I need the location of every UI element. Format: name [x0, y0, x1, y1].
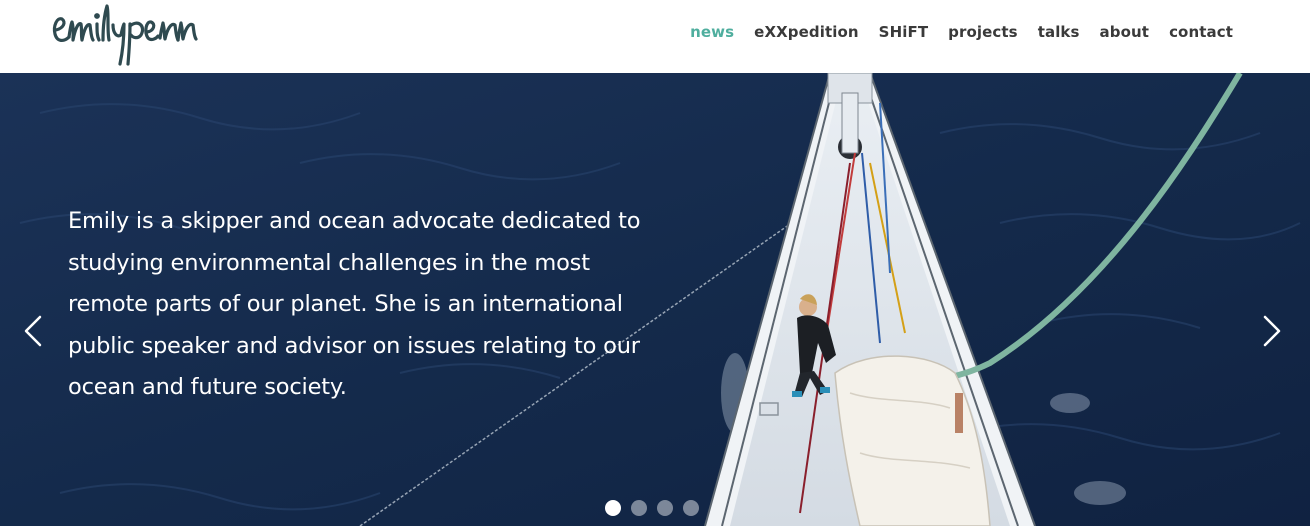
slider-next-button[interactable] [1259, 313, 1285, 349]
slider-dot[interactable] [657, 500, 673, 516]
slider-pagination [605, 500, 699, 516]
slider-prev-button[interactable] [20, 313, 46, 349]
nav-item-exxpedition[interactable]: eXXpedition [754, 22, 859, 42]
slider-dot[interactable] [605, 500, 621, 516]
nav-item-about[interactable]: about [1100, 22, 1150, 42]
hero-tagline: Emily is a skipper and ocean advocate de… [68, 208, 641, 400]
nav-item-news[interactable]: news [690, 22, 734, 42]
main-nav: news eXXpedition SHiFT projects talks ab… [670, 22, 1233, 42]
logo-handwritten-image [52, 4, 198, 66]
slider-dot[interactable] [631, 500, 647, 516]
site-header: news eXXpedition SHiFT projects talks ab… [0, 0, 1310, 73]
chevron-right-icon [1263, 315, 1281, 347]
logo[interactable] [50, 2, 200, 68]
hero-slider: Emily is a skipper and ocean advocate de… [0, 73, 1310, 526]
nav-item-shift[interactable]: SHiFT [879, 22, 928, 42]
nav-item-projects[interactable]: projects [948, 22, 1018, 42]
nav-item-talks[interactable]: talks [1038, 22, 1080, 42]
chevron-left-icon [24, 315, 42, 347]
slider-dot[interactable] [683, 500, 699, 516]
nav-item-contact[interactable]: contact [1169, 22, 1233, 42]
